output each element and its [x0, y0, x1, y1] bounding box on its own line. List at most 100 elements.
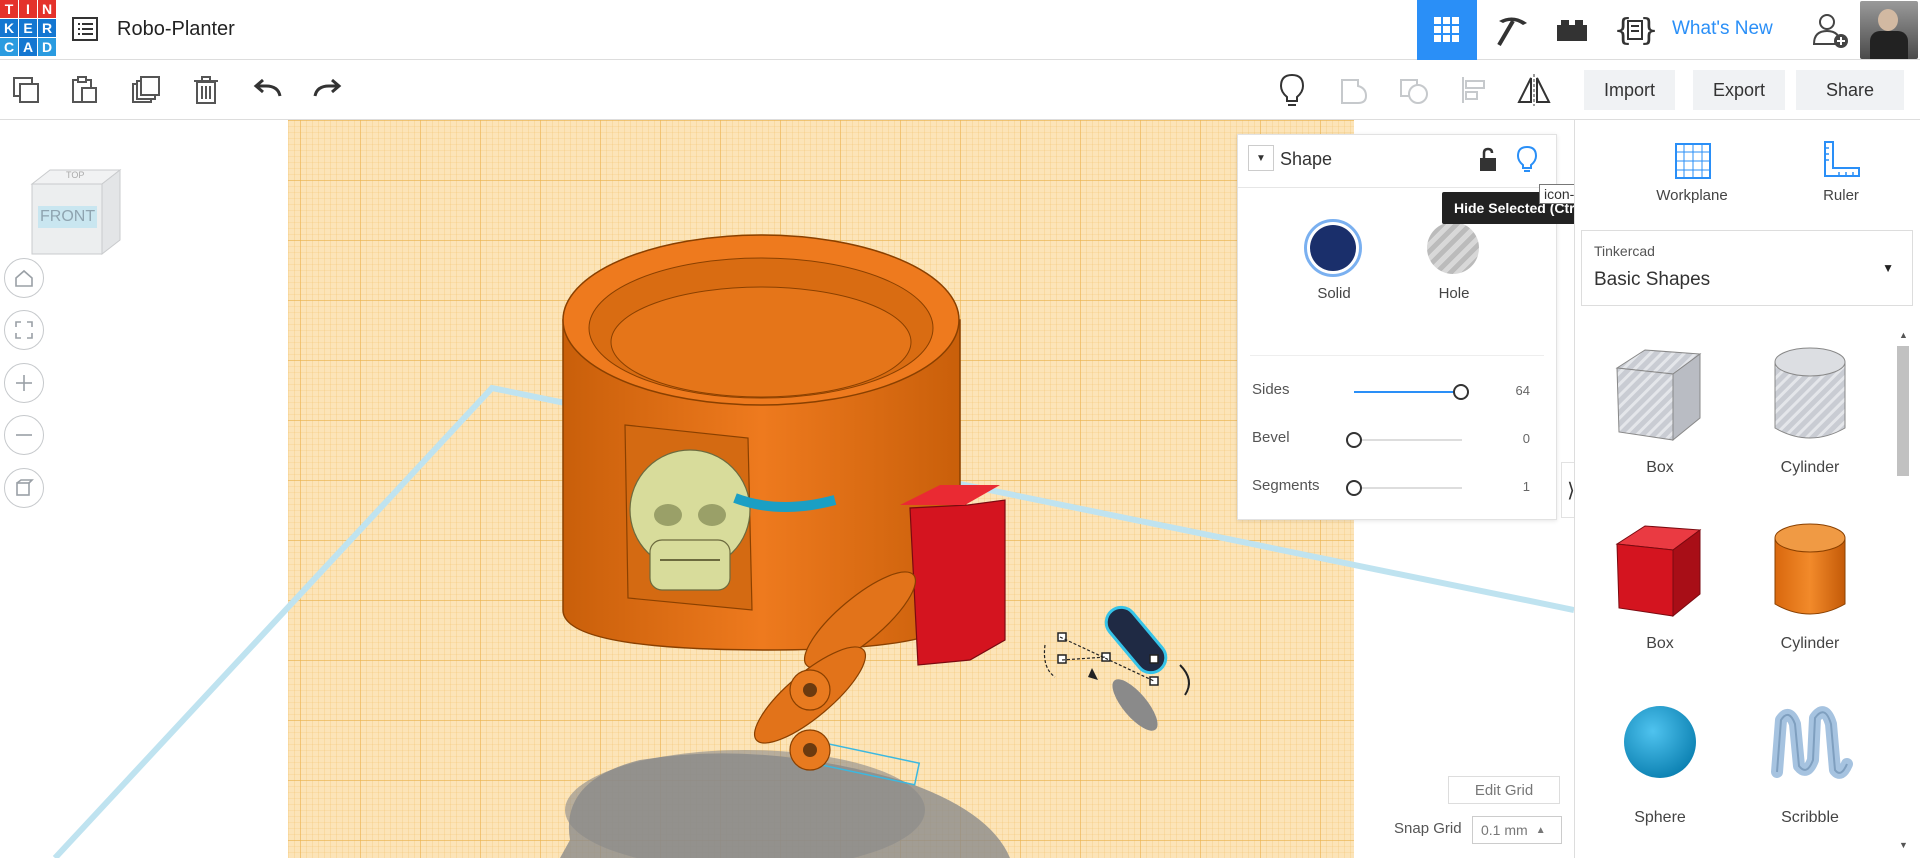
paste-button[interactable]: [66, 72, 102, 108]
edit-grid-button[interactable]: Edit Grid: [1448, 776, 1560, 804]
import-button[interactable]: Import: [1584, 70, 1676, 110]
shape-label: Cylinder: [1780, 459, 1840, 476]
param-value[interactable]: 1: [1500, 479, 1530, 494]
param-label: Bevel: [1252, 429, 1290, 446]
avatar[interactable]: [1860, 1, 1918, 59]
shape-card[interactable]: Box: [1585, 340, 1735, 477]
chevron-up-icon: ▲: [1535, 824, 1546, 836]
library-name: Basic Shapes: [1594, 269, 1711, 290]
align-icon: [1462, 77, 1485, 103]
sphere-icon: [1624, 706, 1696, 778]
redo-icon: [313, 78, 342, 97]
top-bar: T I N K E R C A D Robo-Planter {What's …: [0, 0, 1920, 60]
box-hole-icon: [1615, 349, 1702, 442]
snap-grid-value: 0.1 mm: [1481, 822, 1528, 838]
hole-swatch[interactable]: [1427, 222, 1479, 274]
scrollbar-thumb[interactable]: [1897, 346, 1909, 476]
share-button[interactable]: Share: [1796, 70, 1905, 110]
unlock-icon: [1480, 147, 1496, 171]
param-value[interactable]: 64: [1500, 383, 1530, 398]
orthographic-toggle-button[interactable]: [4, 468, 44, 508]
ortho-cube-icon: [16, 479, 34, 496]
workplane-tool[interactable]: Workplane: [1647, 138, 1737, 204]
orange-cylinder-icon: [1774, 523, 1846, 615]
shape-card[interactable]: Cylinder: [1735, 340, 1885, 477]
bevel-slider-thumb[interactable]: [1346, 432, 1362, 448]
shape-card[interactable]: Sphere: [1585, 690, 1735, 827]
group-icon: [1341, 79, 1368, 104]
param-label: Segments: [1252, 477, 1320, 494]
group-button[interactable]: [1336, 72, 1372, 108]
red-box-icon: [1615, 525, 1702, 618]
sides-slider-thumb[interactable]: [1453, 384, 1469, 400]
view-cube[interactable]: TOP FRONT: [22, 162, 122, 262]
redo-button[interactable]: [309, 72, 345, 108]
zoom-out-button[interactable]: [4, 415, 44, 455]
show-all-button[interactable]: [1274, 72, 1310, 108]
duplicate-icon: [132, 76, 160, 103]
shape-card[interactable]: Box: [1585, 516, 1735, 653]
undo-icon: [253, 78, 282, 97]
shapes-scrollbar[interactable]: ▲ ▼: [1895, 330, 1911, 850]
export-button[interactable]: Export: [1693, 70, 1786, 110]
lock-button[interactable]: [1476, 147, 1500, 173]
whats-new-link[interactable]: What's New: [1672, 18, 1773, 40]
segments-slider-track[interactable]: [1354, 487, 1462, 489]
logo-letter: A: [19, 38, 37, 56]
3d-design-view-button[interactable]: [1417, 0, 1477, 60]
bevel-slider-track[interactable]: [1354, 439, 1462, 441]
bricks-view-button[interactable]: [1542, 0, 1602, 60]
blocks-view-button[interactable]: [1482, 0, 1542, 60]
workplane-label: Workplane: [1656, 187, 1728, 204]
home-view-button[interactable]: [4, 258, 44, 298]
hide-shape-button[interactable]: [1514, 145, 1540, 173]
codeblocks-view-button[interactable]: { }: [1605, 0, 1665, 60]
solid-option[interactable]: Solid: [1304, 219, 1364, 302]
grid-icon: [1434, 17, 1459, 42]
copy-icon: [13, 77, 39, 103]
shape-label: Scribble: [1781, 809, 1839, 826]
copy-button[interactable]: [8, 72, 44, 108]
shape-label: Box: [1646, 635, 1674, 652]
design-list-button[interactable]: [70, 14, 100, 44]
param-value[interactable]: 0: [1500, 431, 1530, 446]
align-button[interactable]: [1456, 72, 1492, 108]
scribble-icon: [1771, 706, 1853, 779]
segments-slider-thumb[interactable]: [1346, 480, 1362, 496]
tinkercad-logo[interactable]: T I N K E R C A D: [0, 0, 56, 56]
shape-library-select[interactable]: Tinkercad Basic Shapes ▼: [1581, 230, 1913, 306]
trash-icon: [194, 76, 218, 104]
delete-button[interactable]: [188, 72, 224, 108]
svg-text:}: }: [1640, 13, 1656, 48]
logo-letter: N: [38, 0, 56, 18]
sides-slider-track[interactable]: [1354, 391, 1462, 393]
chevron-down-icon: ▼: [1256, 152, 1266, 164]
paste-icon: [72, 76, 97, 103]
zoom-in-button[interactable]: [4, 363, 44, 403]
minus-icon: [16, 434, 32, 436]
view-cube-top-label: TOP: [66, 170, 85, 180]
ruler-label: Ruler: [1823, 187, 1859, 204]
project-title[interactable]: Robo-Planter: [117, 18, 235, 41]
lightbulb-icon: [1516, 145, 1538, 172]
snap-grid-select[interactable]: 0.1 mm ▲: [1472, 816, 1562, 844]
mirror-icon: [1517, 74, 1551, 106]
shape-card[interactable]: Scribble: [1735, 690, 1885, 827]
solid-swatch[interactable]: [1304, 219, 1362, 277]
edit-toolbar: Import Export Share: [0, 60, 1920, 120]
add-collaborator-button[interactable]: [1800, 0, 1860, 60]
duplicate-button[interactable]: [128, 72, 164, 108]
collapse-inspector-button[interactable]: ▼: [1248, 145, 1274, 171]
workplane-icon: [1675, 143, 1711, 179]
undo-button[interactable]: [250, 72, 286, 108]
fit-view-button[interactable]: [4, 310, 44, 350]
ungroup-button[interactable]: [1396, 72, 1432, 108]
code-braces-icon: { }: [1614, 13, 1656, 48]
hole-option[interactable]: Hole: [1424, 219, 1484, 302]
home-icon: [15, 269, 33, 287]
snap-grid-label: Snap Grid: [1394, 820, 1462, 837]
mirror-button[interactable]: [1516, 72, 1552, 108]
ruler-tool[interactable]: Ruler: [1801, 138, 1881, 204]
shape-card[interactable]: Cylinder: [1735, 516, 1885, 653]
logo-letter: I: [19, 0, 37, 18]
